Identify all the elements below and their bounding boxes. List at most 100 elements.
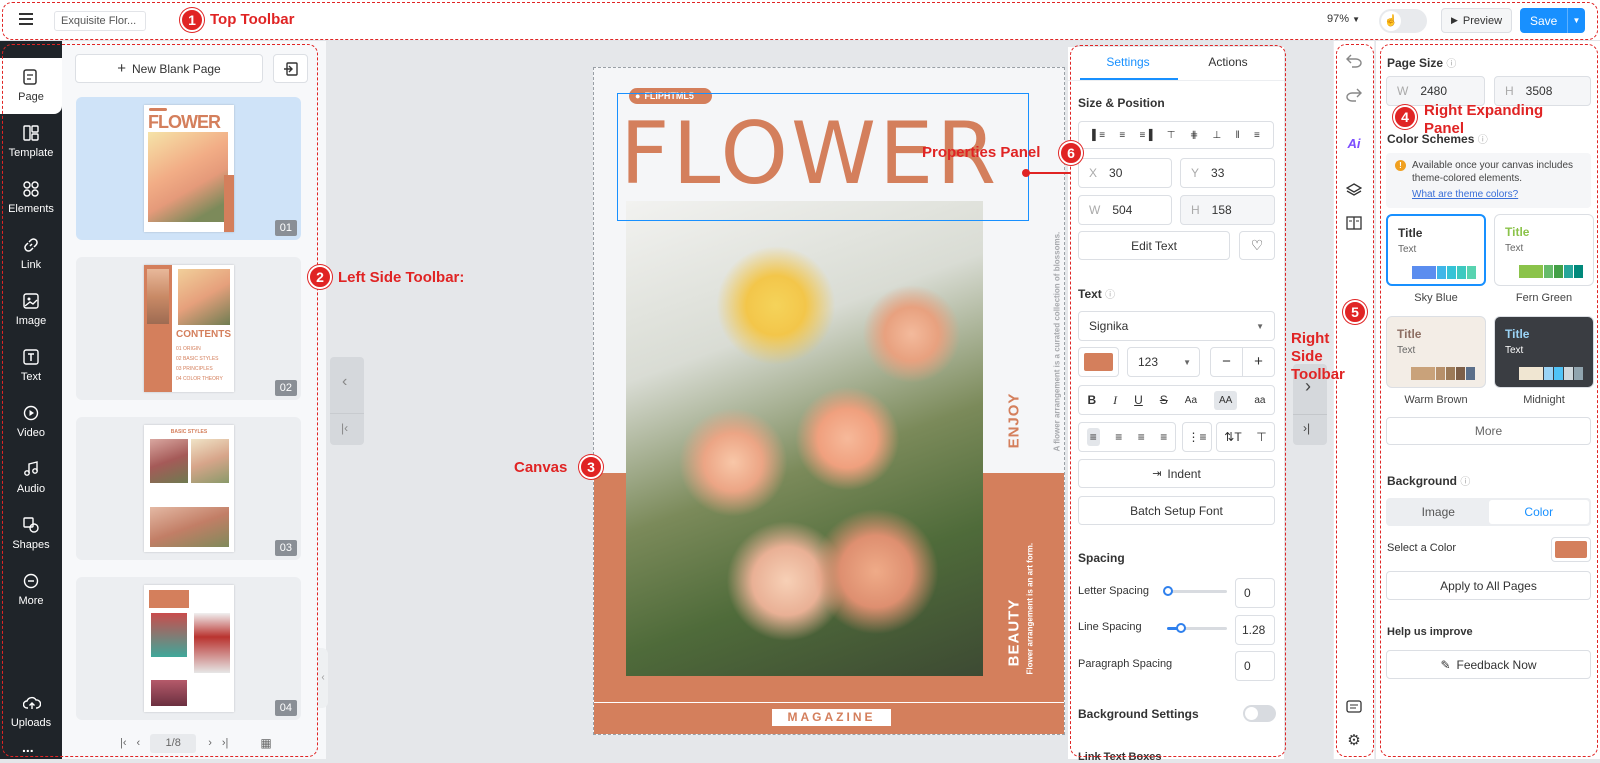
- edit-text-button[interactable]: Edit Text: [1078, 231, 1230, 260]
- width-input[interactable]: W 504: [1078, 195, 1172, 225]
- sidebar-item-template[interactable]: Template: [0, 114, 62, 170]
- x-input[interactable]: X 30: [1078, 158, 1172, 188]
- hamburger-icon[interactable]: [19, 13, 33, 25]
- align-bottom-icon[interactable]: ⊥: [1213, 130, 1222, 141]
- sidebar-item-more[interactable]: More: [0, 562, 62, 618]
- align-top-icon[interactable]: ⊤: [1167, 130, 1176, 141]
- last-page-icon[interactable]: ›|: [222, 737, 229, 749]
- italic-icon[interactable]: I: [1113, 393, 1117, 408]
- touch-mode-toggle[interactable]: ☝: [1379, 9, 1427, 33]
- page-thumbnail-3[interactable]: BASIC STYLES 03: [76, 417, 301, 560]
- sidebar-item-page[interactable]: Page: [0, 58, 62, 114]
- align-left-icon[interactable]: ▌≡: [1092, 130, 1105, 141]
- save-button[interactable]: Save ▼: [1520, 8, 1585, 33]
- decrease-size-button[interactable]: −: [1211, 348, 1243, 376]
- page-thumbnail-1[interactable]: FLOWER 01: [76, 97, 301, 240]
- bold-icon[interactable]: B: [1087, 393, 1096, 407]
- apply-all-pages-button[interactable]: Apply to All Pages: [1386, 571, 1591, 600]
- font-family-select[interactable]: Signika ▼: [1078, 311, 1275, 341]
- line-spacing-knob[interactable]: [1176, 623, 1186, 633]
- sidebar-item-uploads[interactable]: Uploads: [0, 684, 62, 740]
- undo-icon[interactable]: [1342, 49, 1366, 73]
- underline-icon[interactable]: U: [1134, 393, 1143, 407]
- color-scheme-card-midnight[interactable]: Title Text: [1494, 316, 1594, 388]
- text-justify-icon[interactable]: ≡: [1160, 430, 1167, 444]
- lowercase-button[interactable]: aa: [1254, 395, 1265, 406]
- sidebar-item-shapes[interactable]: Shapes: [0, 506, 62, 562]
- text-align-left-icon[interactable]: ≡: [1086, 428, 1100, 446]
- sidebar-overflow-icon[interactable]: ...: [22, 739, 34, 755]
- sidebar-item-label: Video: [17, 427, 45, 439]
- comments-icon[interactable]: [1342, 695, 1366, 719]
- tab-actions[interactable]: Actions: [1178, 55, 1278, 81]
- settings-sparkle-icon[interactable]: ⚙: [1342, 728, 1366, 752]
- feedback-button[interactable]: ✎ Feedback Now: [1386, 650, 1591, 679]
- align-middle-v-icon[interactable]: ⋕: [1190, 130, 1198, 141]
- batch-setup-font-button[interactable]: Batch Setup Font: [1078, 496, 1275, 525]
- font-size-select[interactable]: 123 ▼: [1127, 347, 1200, 377]
- sidebar-item-elements[interactable]: Elements: [0, 170, 62, 226]
- document-title[interactable]: Exquisite Flor...: [54, 11, 146, 31]
- text-align-right-icon[interactable]: ≡: [1138, 430, 1145, 444]
- annotation-label-5: Right Side Toolbar: [1291, 330, 1345, 383]
- ai-icon[interactable]: Ai: [1342, 131, 1366, 155]
- uppercase-button[interactable]: AA: [1214, 390, 1238, 410]
- book-icon[interactable]: [1342, 211, 1366, 235]
- letter-spacing-knob[interactable]: [1163, 586, 1173, 596]
- template-icon: [23, 125, 39, 141]
- paragraph-spacing-input[interactable]: 0: [1235, 651, 1275, 681]
- canvas-flower-photo[interactable]: [626, 201, 983, 676]
- sidebar-item-audio[interactable]: Audio: [0, 450, 62, 506]
- page-thumbnail-2[interactable]: CONTENTS 01 ORIGIN 02 BASIC STYLES 03 PR…: [76, 257, 301, 400]
- save-dropdown-icon[interactable]: ▼: [1567, 8, 1585, 33]
- scheme-text: Text: [1398, 244, 1417, 255]
- background-color-swatch[interactable]: [1551, 537, 1591, 562]
- capitalize-button[interactable]: Aa: [1185, 395, 1197, 406]
- color-scheme-card-sky-blue[interactable]: Title Text: [1386, 214, 1486, 286]
- grid-view-icon[interactable]: ▦: [260, 736, 271, 750]
- next-page-icon[interactable]: ›: [208, 737, 212, 749]
- more-schemes-button[interactable]: More: [1386, 417, 1591, 445]
- height-input[interactable]: H 158: [1180, 195, 1275, 225]
- first-page-icon[interactable]: |‹: [120, 737, 127, 749]
- layers-icon[interactable]: [1342, 178, 1366, 202]
- background-color-tab[interactable]: Color: [1488, 500, 1589, 524]
- distribute-v-icon[interactable]: ≡: [1254, 130, 1260, 141]
- letter-spacing-input[interactable]: 0: [1235, 578, 1275, 608]
- prev-page-icon[interactable]: ‹: [137, 737, 141, 749]
- redo-icon[interactable]: [1342, 83, 1366, 107]
- distribute-h-icon[interactable]: ‖: [1236, 130, 1240, 141]
- indent-button[interactable]: ⇥ Indent: [1078, 459, 1275, 488]
- theme-colors-link[interactable]: What are theme colors?: [1412, 188, 1583, 201]
- new-blank-page-button[interactable]: + New Blank Page: [75, 54, 263, 83]
- increase-size-button[interactable]: +: [1243, 348, 1274, 376]
- background-image-tab[interactable]: Image: [1388, 500, 1489, 524]
- list-button[interactable]: ⋮≡: [1182, 422, 1212, 452]
- import-page-button[interactable]: [273, 54, 308, 83]
- page-indicator[interactable]: 1/8: [150, 733, 197, 753]
- strikethrough-icon[interactable]: S: [1160, 393, 1168, 407]
- background-settings-toggle[interactable]: [1243, 705, 1276, 722]
- collapse-panel-handle[interactable]: ‹: [318, 648, 328, 708]
- sidebar-item-image[interactable]: Image: [0, 282, 62, 338]
- zoom-select[interactable]: 97% ▼: [1327, 13, 1360, 25]
- letter-spacing-slider[interactable]: [1167, 590, 1227, 593]
- preview-button[interactable]: ▶ Preview: [1441, 8, 1512, 33]
- align-right-icon[interactable]: ≡▐: [1140, 130, 1153, 141]
- align-center-h-icon[interactable]: ≡: [1119, 130, 1125, 141]
- text-autofit-icon[interactable]: ⊤: [1256, 430, 1266, 444]
- text-color-swatch[interactable]: [1078, 347, 1119, 377]
- page-thumbnail-4[interactable]: 04: [76, 577, 301, 720]
- favorite-button[interactable]: ♡: [1239, 231, 1275, 260]
- color-scheme-card-warm-brown[interactable]: Title Text: [1386, 316, 1486, 388]
- line-spacing-input[interactable]: 1.28: [1235, 615, 1275, 645]
- sidebar-item-text[interactable]: Text: [0, 338, 62, 394]
- vertical-text-icon[interactable]: ⇅T: [1224, 430, 1241, 444]
- sidebar-item-video[interactable]: Video: [0, 394, 62, 450]
- y-input[interactable]: Y 33: [1180, 158, 1275, 188]
- text-align-center-icon[interactable]: ≡: [1115, 430, 1122, 444]
- color-scheme-card-fern-green[interactable]: Title Text: [1494, 214, 1594, 286]
- canvas-page[interactable]: ● FLIPHTML5 FLOWER A flower arrangement i…: [593, 67, 1065, 735]
- sidebar-item-link[interactable]: Link: [0, 226, 62, 282]
- canvas-prev-page-button[interactable]: ‹ |‹: [330, 357, 364, 445]
